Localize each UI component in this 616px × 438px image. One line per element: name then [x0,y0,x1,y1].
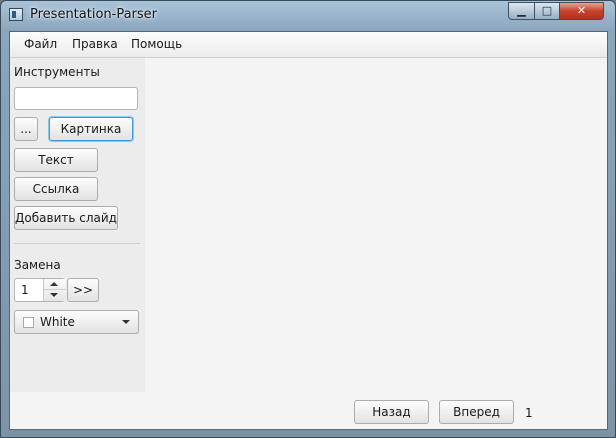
tools-label: Инструменты [14,65,100,79]
back-button[interactable]: Назад [354,400,429,424]
menu-edit[interactable]: Правка [72,37,118,51]
browse-button[interactable]: ... [14,117,38,141]
replace-label: Замена [14,258,61,272]
chevron-down-icon [122,320,130,324]
forward-button[interactable]: Вперед [439,400,514,424]
text-button[interactable]: Текст [14,148,98,172]
image-button[interactable]: Картинка [49,117,133,141]
minimize-icon: ▁ [517,4,526,17]
spinner-down-icon[interactable] [50,293,58,297]
spinner-separator [44,289,66,290]
color-select-value: White [40,315,75,329]
minimize-button[interactable]: ▁ [508,2,535,20]
app-window: Presentation-Parser ▁ □ ✕ Файл Правка По… [0,0,616,438]
link-button[interactable]: Ссылка [14,177,98,201]
app-window-icon [9,8,23,21]
replace-spinner[interactable]: 1 [14,278,66,302]
spinner-value: 1 [21,283,29,297]
close-icon: ✕ [576,4,587,17]
menu-help[interactable]: Помощь [131,37,182,51]
spinner-buttons [43,279,66,301]
page-number: 1 [525,406,533,420]
maximize-button[interactable]: □ [534,2,560,20]
window-title: Presentation-Parser [30,7,158,22]
spinner-up-icon[interactable] [50,282,58,286]
path-input[interactable] [14,87,138,110]
menu-file[interactable]: Файл [24,37,57,51]
maximize-icon: □ [541,4,553,17]
color-select[interactable]: White [14,310,139,334]
close-button[interactable]: ✕ [559,2,604,20]
sidebar-divider [14,243,140,244]
title-bar[interactable]: Presentation-Parser ▁ □ ✕ [1,1,615,31]
client-area: Файл Правка Помощь Инструменты ... Карти… [9,31,608,430]
add-slide-button[interactable]: Добавить слайд [14,206,118,230]
color-checkbox[interactable] [23,317,34,328]
menu-bar: Файл Правка Помощь [10,32,607,58]
replace-go-button[interactable]: >> [67,278,99,302]
tools-sidebar: Инструменты ... Картинка Текст Ссылка До… [10,58,145,392]
